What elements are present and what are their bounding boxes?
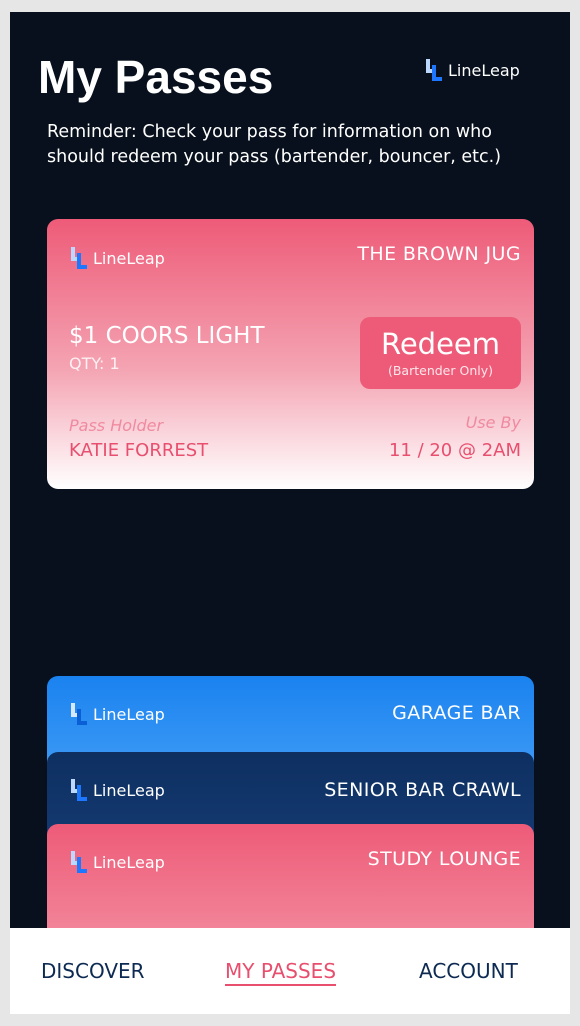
lineleap-logo-icon <box>71 851 87 873</box>
nav-account[interactable]: ACCOUNT <box>419 959 518 983</box>
lineleap-logo-icon <box>71 703 87 725</box>
bottom-navigation: DISCOVER MY PASSES ACCOUNT <box>10 928 570 1014</box>
venue-name: STUDY LOUNGE <box>367 848 521 870</box>
venue-name: THE BROWN JUG <box>357 243 521 265</box>
card-brand-text: LineLeap <box>93 780 165 800</box>
lineleap-logo-icon <box>71 247 87 269</box>
use-by-label: Use By <box>465 413 521 432</box>
card-brand-text: LineLeap <box>93 704 165 724</box>
card-brand-logo: LineLeap <box>71 851 165 873</box>
pass-quantity: QTY: 1 <box>69 354 120 373</box>
nav-discover[interactable]: DISCOVER <box>41 959 145 983</box>
nav-my-passes[interactable]: MY PASSES <box>225 959 337 986</box>
card-brand-logo: LineLeap <box>71 703 165 725</box>
pass-holder-label: Pass Holder <box>69 416 164 435</box>
lineleap-logo-icon <box>71 779 87 801</box>
page-title: My Passes <box>38 51 274 103</box>
app-screen: My Passes LineLeap Reminder: Check your … <box>10 12 570 1014</box>
header-brand-logo: LineLeap <box>426 59 520 81</box>
venue-name: SENIOR BAR CRAWL <box>324 779 521 801</box>
card-brand-text: LineLeap <box>93 248 165 268</box>
reminder-text: Reminder: Check your pass for informatio… <box>47 122 502 167</box>
pass-holder-name: KATIE FORREST <box>69 440 209 461</box>
header-brand-text: LineLeap <box>448 60 520 80</box>
card-brand-text: LineLeap <box>93 852 165 872</box>
venue-name: GARAGE BAR <box>392 702 521 724</box>
use-by-value: 11 / 20 @ 2AM <box>388 440 521 461</box>
card-brand-logo: LineLeap <box>71 247 165 269</box>
redeem-sublabel: (Bartender Only) <box>387 363 493 378</box>
card-brand-logo: LineLeap <box>71 779 165 801</box>
redeem-button[interactable]: Redeem (Bartender Only) <box>360 317 521 389</box>
redeem-label: Redeem <box>380 327 501 361</box>
lineleap-logo-icon <box>426 59 442 81</box>
pass-card-brown-jug[interactable]: LineLeap THE BROWN JUG $1 COORS LIGHT QT… <box>47 219 534 489</box>
pass-item-name: $1 COORS LIGHT <box>69 323 265 349</box>
